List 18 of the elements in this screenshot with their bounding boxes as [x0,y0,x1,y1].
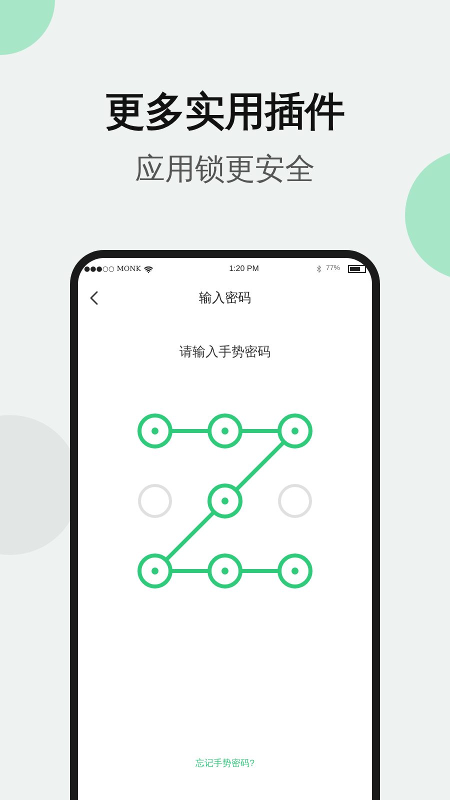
pattern-dot[interactable] [208,554,242,588]
subheadline: 应用锁更安全 [135,152,315,188]
headline: 更多实用插件 [105,89,345,136]
pattern-dot[interactable] [208,414,242,448]
pattern-dot[interactable] [278,484,312,518]
bluetooth-icon [314,265,323,273]
prompt-text: 请输入手势密码 [178,344,272,360]
wifi-icon [144,264,154,274]
pattern-dot[interactable] [278,554,312,588]
forgot-password-link[interactable]: 忘记手势密码? [195,757,254,770]
pattern-dot[interactable] [138,554,172,588]
pattern-dot[interactable] [138,414,172,448]
pattern-dot[interactable] [138,484,172,518]
battery-icon [348,265,366,273]
status-time: 1:20 PM [229,263,259,275]
pattern-dot[interactable] [208,484,242,518]
pattern-dot[interactable] [278,414,312,448]
nav-title: 输入密码 [199,289,251,308]
